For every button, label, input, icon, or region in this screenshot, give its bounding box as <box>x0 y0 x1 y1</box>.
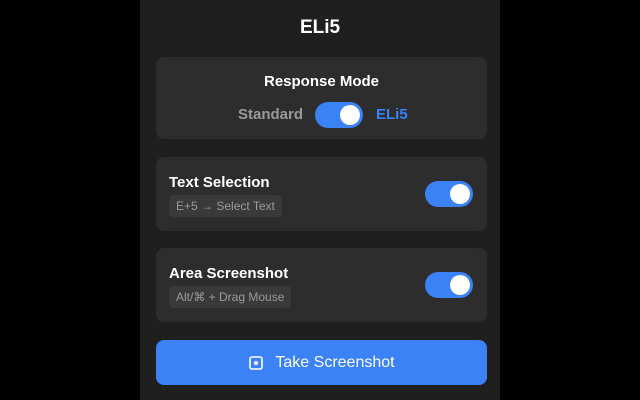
eli5-mode-label[interactable]: ELi5 <box>376 106 408 124</box>
area-screenshot-card: Area Screenshot Alt/⌘ + Drag Mouse <box>156 248 487 322</box>
toggle-knob <box>450 184 470 204</box>
screenshot-icon <box>249 355 264 370</box>
text-selection-shortcut-badge: E+5 → Select Text <box>169 195 282 217</box>
text-selection-toggle[interactable] <box>425 181 473 207</box>
take-screenshot-button-content: Take Screenshot <box>156 340 487 385</box>
eli5-popup-panel: ELi5 Response Mode Standard ELi5 Text Se… <box>140 0 500 400</box>
response-mode-switch-row: Standard ELi5 <box>156 101 487 129</box>
area-screenshot-shortcut-badge: Alt/⌘ + Drag Mouse <box>169 286 292 308</box>
take-screenshot-button[interactable]: Take Screenshot <box>156 340 487 385</box>
toggle-knob <box>340 105 360 125</box>
text-selection-label: Text Selection <box>169 174 270 191</box>
take-screenshot-label: Take Screenshot <box>275 353 395 371</box>
text-selection-card: Text Selection E+5 → Select Text <box>156 157 487 231</box>
area-screenshot-toggle[interactable] <box>425 272 473 298</box>
response-mode-card: Response Mode Standard ELi5 <box>156 57 487 139</box>
response-mode-title: Response Mode <box>263 73 380 90</box>
area-screenshot-label: Area Screenshot <box>169 265 289 282</box>
toggle-knob <box>450 275 470 295</box>
app-title: ELi5 <box>299 17 341 38</box>
standard-mode-label[interactable]: Standard <box>238 106 303 124</box>
response-mode-toggle[interactable] <box>315 102 363 128</box>
